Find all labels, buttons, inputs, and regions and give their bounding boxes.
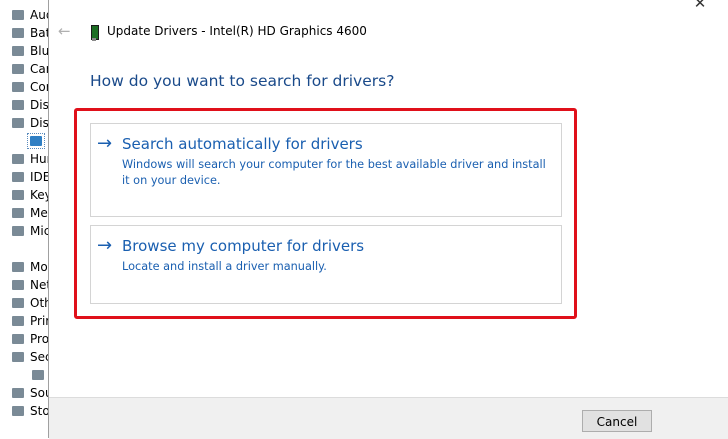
- tree-item[interactable]: Sec: [10, 348, 52, 366]
- page-question: How do you want to search for drivers?: [90, 72, 395, 90]
- tree-item[interactable]: Aud: [10, 6, 53, 24]
- tree-item[interactable]: Mic: [10, 222, 50, 240]
- tree-item[interactable]: Blu: [10, 42, 49, 60]
- graphics-card-icon: [90, 25, 99, 41]
- device-category-icon: [10, 296, 26, 310]
- tree-item[interactable]: Pro: [10, 330, 49, 348]
- cancel-button[interactable]: Cancel: [582, 410, 652, 432]
- tree-item-label: Sto: [30, 404, 50, 418]
- device-category-icon: [10, 116, 26, 130]
- tree-item[interactable]: Mo: [10, 258, 48, 276]
- back-arrow-icon[interactable]: ←: [58, 23, 74, 39]
- device-category-icon: [10, 404, 26, 418]
- dialog-footer: Cancel: [49, 397, 728, 439]
- tree-item[interactable]: Car: [10, 60, 51, 78]
- tree-item[interactable]: [27, 132, 48, 150]
- tree-item[interactable]: Hur: [10, 150, 52, 168]
- device-category-icon: [27, 133, 45, 149]
- device-category-icon: [10, 152, 26, 166]
- device-category-icon: [10, 44, 26, 58]
- device-category-icon: [10, 278, 26, 292]
- device-category-icon: [10, 8, 26, 22]
- tree-item[interactable]: Sou: [10, 384, 53, 402]
- highlight-box: [74, 108, 577, 319]
- tree-item[interactable]: IDE: [10, 168, 50, 186]
- device-category-icon: [10, 332, 26, 346]
- device-category-icon: [10, 314, 26, 328]
- tree-item[interactable]: Oth: [10, 294, 52, 312]
- tree-item[interactable]: Prir: [10, 312, 50, 330]
- tree-item[interactable]: Key: [10, 186, 52, 204]
- tree-item-label: Pro: [30, 332, 50, 346]
- tree-item[interactable]: Mei: [10, 204, 51, 222]
- device-category-icon: [10, 206, 26, 220]
- device-category-icon: [30, 368, 46, 382]
- device-category-icon: [10, 188, 26, 202]
- device-category-icon: [10, 62, 26, 76]
- device-category-icon: [10, 26, 26, 40]
- device-category-icon: [10, 386, 26, 400]
- update-drivers-dialog: ✕ ← Update Drivers - Intel(R) HD Graphic…: [48, 0, 728, 439]
- dialog-title: Update Drivers - Intel(R) HD Graphics 46…: [107, 24, 367, 38]
- tree-item-label: Blu: [30, 44, 50, 58]
- device-category-icon: [10, 224, 26, 238]
- device-category-icon: [10, 98, 26, 112]
- tree-item-label: Mo: [30, 260, 48, 274]
- device-category-icon: [10, 170, 26, 184]
- device-category-icon: [10, 80, 26, 94]
- tree-item[interactable]: Bat: [10, 24, 50, 42]
- tree-item[interactable]: Sto: [10, 402, 50, 420]
- close-icon[interactable]: ✕: [690, 0, 710, 12]
- device-category-icon: [10, 260, 26, 274]
- tree-item[interactable]: Cor: [10, 78, 51, 96]
- device-category-icon: [10, 350, 26, 364]
- tree-item[interactable]: Net: [10, 276, 51, 294]
